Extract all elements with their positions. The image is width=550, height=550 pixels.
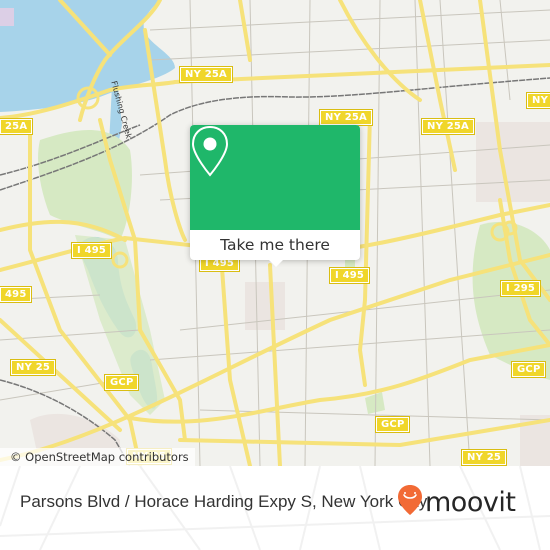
moovit-smile-pin-icon <box>397 484 423 520</box>
route-shield-gcp: GCP <box>374 416 411 433</box>
stop-title: Parsons Blvd / Horace Harding Expy S, Ne… <box>20 492 428 511</box>
map-attribution[interactable]: © OpenStreetMap contributors <box>0 448 195 466</box>
moovit-logo[interactable]: moovit <box>397 484 516 520</box>
route-shield-i495: I 495 <box>328 267 371 284</box>
footer-bar: Parsons Blvd / Horace Harding Expy S, Ne… <box>0 466 550 550</box>
popup-header <box>190 125 360 230</box>
route-shield-ny25a: NY 25A <box>319 109 373 126</box>
route-shield-ny25a: NY 25A <box>421 118 475 135</box>
route-shield-gcp: GCP <box>510 361 547 378</box>
district-east <box>476 122 550 202</box>
route-shield-25a: 25A <box>0 118 34 135</box>
route-shield-495: 495 <box>0 286 33 303</box>
route-shield-ny25a: NY 25A <box>526 92 550 109</box>
park-small-3 <box>365 392 385 414</box>
popup-pointer <box>268 259 284 267</box>
map-view[interactable]: Flushing Creek NY 25A NY 25A NY 25A NY 2… <box>0 0 550 466</box>
island-park <box>0 8 14 26</box>
route-shield-ny25a: NY 25A <box>179 66 233 83</box>
take-me-there-button[interactable]: Take me there <box>190 230 360 260</box>
route-shield-gcp: GCP <box>103 374 140 391</box>
route-shield-i295: I 295 <box>499 280 542 297</box>
location-popup: Take me there <box>190 125 360 267</box>
route-shield-ny25: NY 25 <box>460 449 508 466</box>
route-shield-ny25: NY 25 <box>9 359 57 376</box>
moovit-wordmark: moovit <box>425 486 516 518</box>
route-shield-i495: I 495 <box>70 242 113 259</box>
